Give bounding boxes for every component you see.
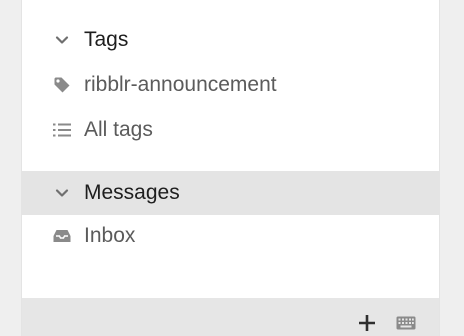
sidebar-item-label: Inbox bbox=[84, 224, 136, 247]
list-icon bbox=[52, 120, 72, 140]
chevron-down-icon bbox=[52, 30, 72, 50]
sidebar-item-label: All tags bbox=[84, 118, 153, 141]
chevron-down-icon bbox=[52, 183, 72, 203]
tags-section-header[interactable]: Tags bbox=[22, 18, 439, 62]
messages-section-header[interactable]: Messages bbox=[22, 171, 439, 215]
plus-icon[interactable] bbox=[356, 312, 378, 334]
keyboard-icon[interactable] bbox=[395, 312, 417, 334]
sidebar-item-label: ribblr-announcement bbox=[84, 73, 277, 96]
sidebar-footer bbox=[22, 298, 439, 336]
tags-section-label: Tags bbox=[84, 28, 129, 51]
tag-icon bbox=[52, 75, 72, 95]
sidebar-item-ribblr-announcement[interactable]: ribblr-announcement bbox=[22, 63, 439, 107]
messages-section-label: Messages bbox=[84, 181, 180, 204]
sidebar-item-all-tags[interactable]: All tags bbox=[22, 108, 439, 152]
sidebar-panel: Tags ribblr-announcement All tags Messag… bbox=[21, 0, 440, 336]
inbox-icon bbox=[52, 226, 72, 246]
sidebar-item-inbox[interactable]: Inbox bbox=[22, 214, 439, 258]
